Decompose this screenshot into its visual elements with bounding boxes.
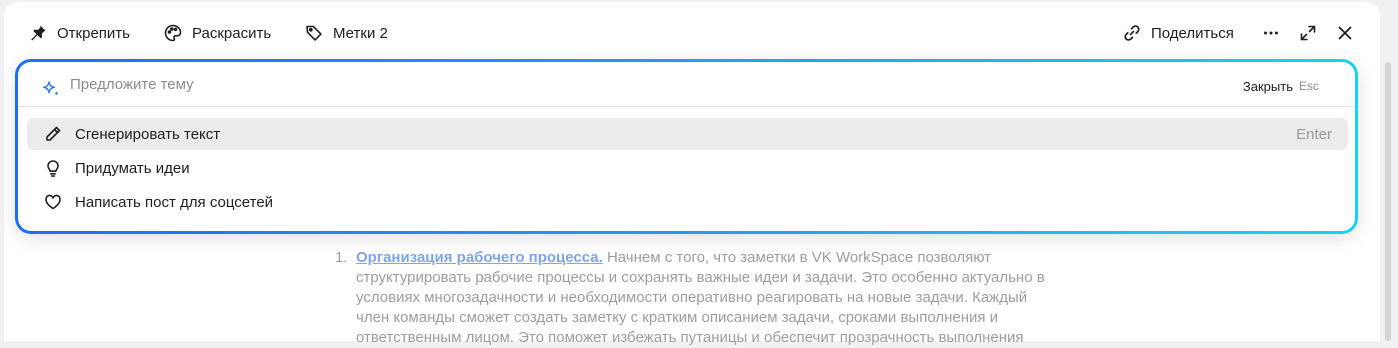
- divider: [18, 106, 1355, 107]
- lightbulb-icon: [27, 158, 75, 178]
- toolbar: Открепить Раскрасить Метки 2 Поделиться: [4, 2, 1380, 62]
- enter-shortcut: Enter: [1296, 125, 1332, 143]
- expand-icon: [1298, 23, 1318, 43]
- brainstorm-ideas-label: Придумать идеи: [75, 159, 190, 177]
- topic-row: Закрыть Esc: [18, 62, 1355, 107]
- close-popup-label: Закрыть: [1242, 79, 1293, 94]
- close-popup-button[interactable]: Закрыть Esc: [1243, 79, 1319, 94]
- topic-input[interactable]: [70, 72, 970, 96]
- ai-actions-menu: Сгенерировать текст Enter Придумать идеи…: [27, 118, 1348, 220]
- heading-link[interactable]: Организация рабочего процесса.: [356, 249, 603, 266]
- social-post-item[interactable]: Написать пост для соцсетей: [27, 186, 1348, 218]
- pencil-icon: [27, 124, 75, 144]
- ai-assistant-popup: Закрыть Esc Сгенерировать текст Enter Пр…: [15, 59, 1358, 234]
- colorize-label: Раскрасить: [192, 24, 272, 42]
- close-icon: [1335, 23, 1355, 43]
- list-item: Организация рабочего процесса. Начнем с …: [356, 248, 1055, 348]
- social-post-label: Написать пост для соцсетей: [75, 193, 274, 211]
- more-button[interactable]: [1259, 21, 1283, 45]
- unpin-button[interactable]: Открепить: [28, 21, 130, 45]
- scrollbar[interactable]: [1385, 62, 1391, 341]
- list-number: 1.: [335, 249, 348, 266]
- colorize-button[interactable]: Раскрасить: [163, 21, 271, 45]
- esc-key-hint: Esc: [1298, 79, 1319, 93]
- expand-button[interactable]: [1296, 21, 1320, 45]
- heart-icon: [27, 192, 75, 212]
- link-icon: [1122, 23, 1142, 43]
- document-content: 1. Организация рабочего процесса. Начнем…: [335, 248, 1055, 348]
- share-label: Поделиться: [1151, 24, 1234, 42]
- share-button[interactable]: Поделиться: [1122, 21, 1234, 45]
- tags-label: Метки 2: [333, 24, 388, 42]
- palette-icon: [163, 23, 183, 43]
- generate-text-label: Сгенерировать текст: [75, 125, 221, 143]
- close-button[interactable]: [1333, 21, 1357, 45]
- generate-text-item[interactable]: Сгенерировать текст Enter: [27, 118, 1348, 150]
- pin-icon: [28, 23, 48, 43]
- sparkle-icon: [40, 78, 62, 100]
- tags-button[interactable]: Метки 2: [304, 21, 388, 45]
- brainstorm-ideas-item[interactable]: Придумать идеи: [27, 152, 1348, 184]
- unpin-label: Открепить: [57, 24, 130, 42]
- tag-icon: [304, 23, 324, 43]
- more-dots-icon: [1261, 23, 1281, 43]
